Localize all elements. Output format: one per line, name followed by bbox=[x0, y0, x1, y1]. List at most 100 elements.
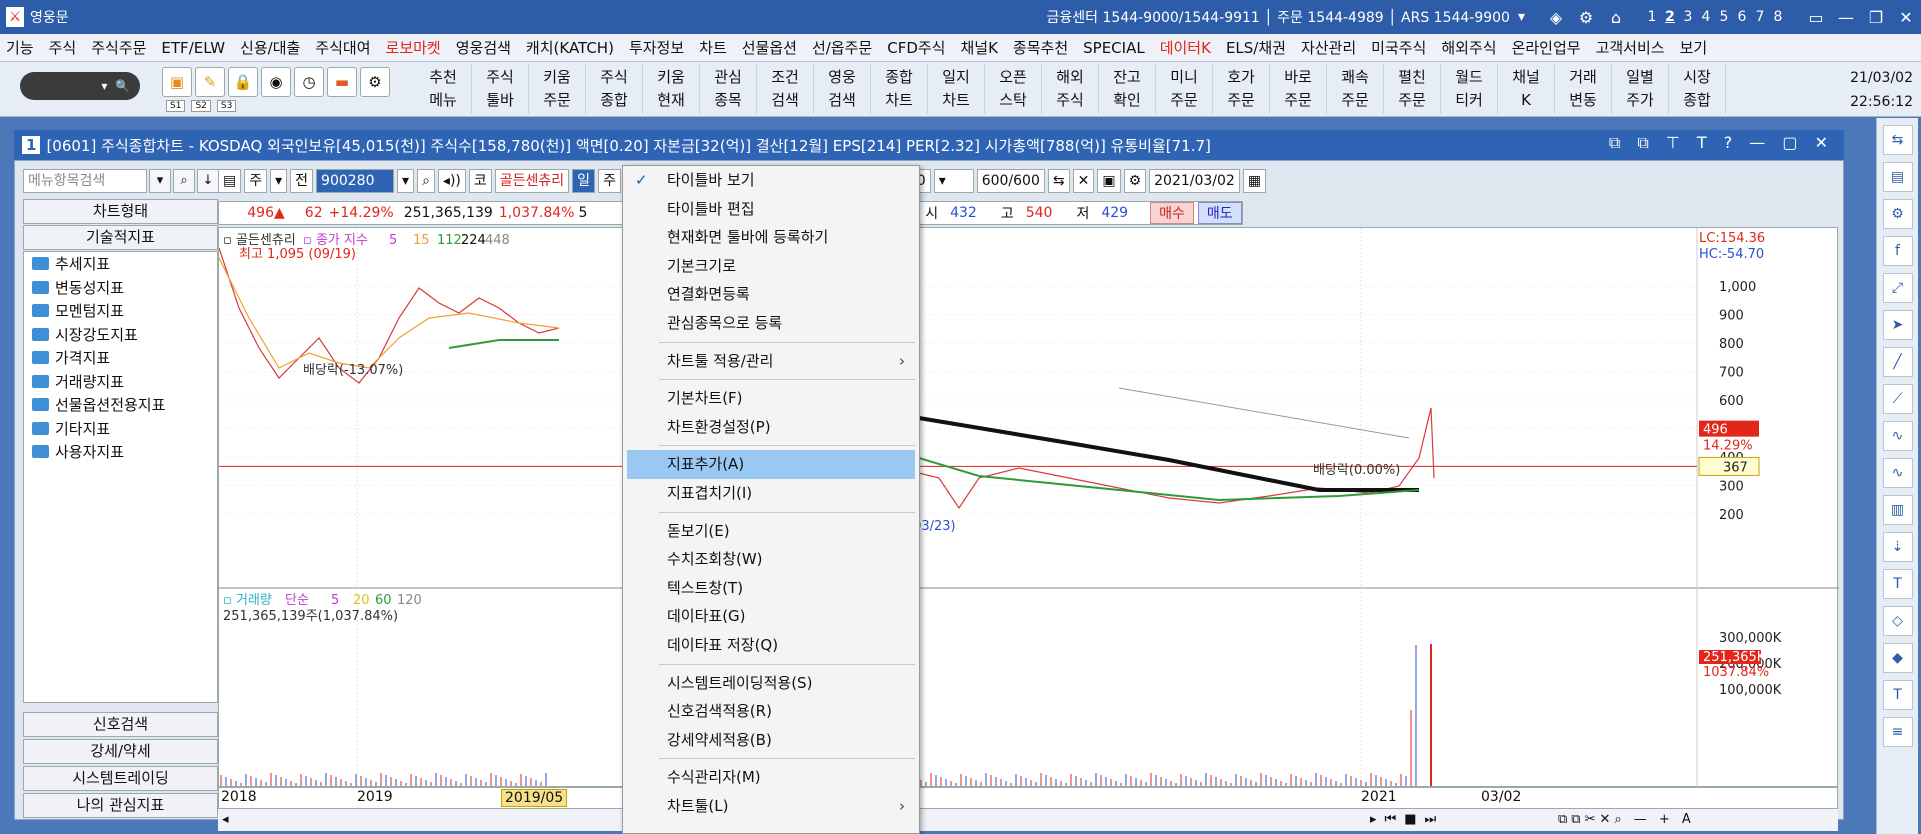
tree-item[interactable]: 추세지표 bbox=[24, 252, 217, 276]
save-icon[interactable]: ▣ bbox=[1097, 169, 1121, 193]
toolbar-button-16[interactable]: 쾌속 주문 bbox=[1327, 64, 1384, 114]
pencil-icon[interactable]: ✎ bbox=[195, 67, 225, 97]
chart-add-icon[interactable]: ⤢ bbox=[1882, 273, 1913, 303]
tree-item[interactable]: 모멘텀지표 bbox=[24, 299, 217, 323]
screen-number-7[interactable]: 7 bbox=[1751, 9, 1769, 25]
arrow-icon[interactable]: ⇣ bbox=[1882, 532, 1913, 562]
menu-item-1[interactable]: 주식 bbox=[43, 37, 86, 58]
context-menu-item[interactable]: 관심종목으로 등록 bbox=[623, 309, 919, 338]
tree-item[interactable]: 사용자지표 bbox=[24, 440, 217, 464]
auto-line-icon[interactable]: ∿ bbox=[1882, 421, 1913, 451]
quick-search[interactable]: ▾ 🔍 bbox=[20, 72, 140, 100]
list-icon[interactable]: ≡ bbox=[1882, 717, 1913, 747]
menu-item-2[interactable]: 주식주문 bbox=[85, 37, 155, 58]
screen-number-3[interactable]: 3 bbox=[1679, 9, 1697, 25]
context-menu-item[interactable]: 돋보기(E) bbox=[623, 517, 919, 546]
toolbar-button-3[interactable]: 주식 종합 bbox=[586, 64, 643, 114]
tab-my-indicators[interactable]: 나의 관심지표 bbox=[23, 793, 218, 818]
eraser-all-icon[interactable]: ◆ bbox=[1882, 643, 1913, 673]
menu-item-4[interactable]: 신용/대출 bbox=[234, 37, 309, 58]
tree-item[interactable]: 시장강도지표 bbox=[24, 323, 217, 347]
monitor-icon[interactable]: ▭ bbox=[1801, 8, 1831, 27]
trendline-icon[interactable]: ╱ bbox=[1882, 347, 1913, 377]
toolbar-button-22[interactable]: 시장 종합 bbox=[1669, 64, 1726, 114]
toolbar-button-14[interactable]: 호가 주문 bbox=[1213, 64, 1270, 114]
context-menu-item[interactable]: 신호검색적용(R) bbox=[623, 697, 919, 726]
menu-item-22[interactable]: 온라인업무 bbox=[1506, 37, 1590, 58]
menu-item-3[interactable]: ETF/ELW bbox=[155, 39, 234, 57]
screen-number-4[interactable]: 4 bbox=[1697, 9, 1715, 25]
chart-plot[interactable]: 1,000900800700600500400300200LC:154.36HC… bbox=[218, 227, 1839, 788]
lock-icon[interactable]: 🔒 bbox=[228, 67, 258, 97]
toolbar-button-7[interactable]: 영웅 검색 bbox=[814, 64, 871, 114]
zoom-controls[interactable]: ⧉⧉✂✕⌕ — + A bbox=[1558, 812, 1695, 827]
buy-button[interactable]: 매수 bbox=[1150, 202, 1194, 224]
period-select[interactable]: 주 bbox=[244, 169, 268, 193]
menu-item-16[interactable]: SPECIAL bbox=[1077, 39, 1154, 57]
menu-item-0[interactable]: 기능 bbox=[0, 37, 43, 58]
cursor-icon[interactable]: ➤ bbox=[1882, 310, 1913, 340]
context-menu-item[interactable]: 수식관리자(M) bbox=[623, 763, 919, 792]
menu-item-13[interactable]: CFD주식 bbox=[881, 37, 954, 58]
context-menu-item[interactable]: 차트툴(L) › bbox=[623, 792, 919, 821]
screen-number-6[interactable]: 6 bbox=[1733, 9, 1751, 25]
download-icon[interactable]: ↓ bbox=[197, 169, 219, 193]
context-menu-item[interactable]: 기본크기로 bbox=[623, 252, 919, 281]
context-menu-item[interactable]: 기본차트(F) bbox=[623, 384, 919, 413]
screen-number-8[interactable]: 8 bbox=[1769, 9, 1787, 25]
minimize-icon[interactable]: — bbox=[1831, 8, 1861, 27]
crosshair-icon[interactable]: ✕ bbox=[1072, 169, 1095, 193]
context-menu-item[interactable]: 수치조회창(W) bbox=[623, 545, 919, 574]
context-menu-item[interactable]: 지표추가(A) bbox=[627, 450, 915, 479]
shortcut-label-S2[interactable]: S2 bbox=[191, 100, 211, 112]
context-menu-item[interactable]: 강세약세적용(B) bbox=[623, 726, 919, 755]
playback-controls[interactable]: ▸⏮■⏭ bbox=[1370, 812, 1444, 827]
scroll-left-icon[interactable]: ◂ bbox=[222, 812, 229, 827]
menu-item-19[interactable]: 자산관리 bbox=[1295, 37, 1365, 58]
menu-item-17[interactable]: 데이터K bbox=[1154, 37, 1220, 58]
context-menu-item[interactable]: 텍스트창(T) bbox=[623, 574, 919, 603]
menu-item-8[interactable]: 캐치(KATCH) bbox=[520, 37, 623, 58]
menu-item-5[interactable]: 주식대여 bbox=[309, 37, 379, 58]
gear-icon[interactable]: ⚙ bbox=[1123, 169, 1147, 193]
home-icon[interactable]: ⌂ bbox=[1601, 8, 1631, 27]
toolbar-button-21[interactable]: 일별 주가 bbox=[1612, 64, 1669, 114]
context-menu-item[interactable]: 데이타표(G) bbox=[623, 602, 919, 631]
menu-item-24[interactable]: 보기 bbox=[1674, 37, 1717, 58]
settings-icon[interactable]: ⚙ bbox=[1571, 8, 1601, 27]
context-menu-item[interactable]: 현재화면 툴바에 등록하기 bbox=[623, 223, 919, 252]
toolbar-button-6[interactable]: 조건 검색 bbox=[757, 64, 814, 114]
dropdown-arrow-icon[interactable]: ▾ bbox=[1518, 9, 1525, 25]
context-menu-item[interactable]: 연결화면등록 bbox=[623, 280, 919, 309]
menu-item-11[interactable]: 선물옵션 bbox=[736, 37, 806, 58]
toolbar-button-8[interactable]: 종합 차트 bbox=[871, 64, 928, 114]
toolbar-button-5[interactable]: 관심 종목 bbox=[700, 64, 757, 114]
sell-button[interactable]: 매도 bbox=[1197, 202, 1242, 224]
toolbar-button-17[interactable]: 펼친 주문 bbox=[1384, 64, 1441, 114]
gear-icon[interactable]: ⚙ bbox=[360, 67, 390, 97]
zoom-icon[interactable]: ⇆ bbox=[1047, 169, 1070, 193]
toolbar-button-0[interactable]: 추천 메뉴 bbox=[415, 64, 472, 114]
toolbar-button-9[interactable]: 일지 차트 bbox=[928, 64, 985, 114]
dropdown-icon[interactable]: ▾ bbox=[397, 169, 415, 193]
stock-code-input[interactable]: 900280 bbox=[316, 169, 395, 193]
toolbar-button-4[interactable]: 키움 현재 bbox=[643, 64, 700, 114]
context-menu-item[interactable]: 차트툴 적용/관리 › bbox=[623, 347, 919, 376]
context-menu-item[interactable]: 타이틀바 편집 bbox=[623, 195, 919, 224]
close-icon[interactable]: ✕ bbox=[1891, 8, 1921, 27]
menu-item-21[interactable]: 해외주식 bbox=[1435, 37, 1505, 58]
menu-item-23[interactable]: 고객서비스 bbox=[1590, 37, 1674, 58]
tab-chart-type[interactable]: 차트형태 bbox=[23, 199, 218, 224]
layout-icon[interactable]: ▤ bbox=[1882, 162, 1913, 192]
scope-select[interactable]: 전 bbox=[290, 169, 314, 193]
menu-item-20[interactable]: 미국주식 bbox=[1365, 37, 1435, 58]
line-icon[interactable]: ⟋ bbox=[1882, 384, 1913, 414]
menu-search-input[interactable]: 메뉴항목검색 bbox=[23, 169, 147, 193]
toolbar-button-10[interactable]: 오픈 스탁 bbox=[985, 64, 1042, 114]
dropdown-icon[interactable]: ▾ bbox=[270, 169, 288, 193]
context-menu-item[interactable]: 데이타표 저장(Q) bbox=[623, 631, 919, 660]
restore-icon[interactable]: ❐ bbox=[1861, 8, 1891, 27]
context-menu-item[interactable]: 시스템트레이딩적용(S) bbox=[623, 669, 919, 698]
camera-icon[interactable]: ◉ bbox=[261, 67, 291, 97]
toolbar-button-11[interactable]: 해외 주식 bbox=[1042, 64, 1099, 114]
